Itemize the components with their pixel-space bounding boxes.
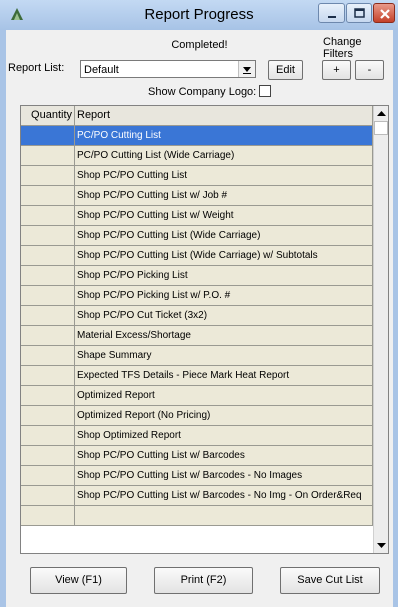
table-row[interactable]: Optimized Report (No Pricing): [21, 406, 373, 426]
quantity-cell[interactable]: [21, 306, 75, 326]
table-row[interactable]: PC/PO Cutting List (Wide Carriage): [21, 146, 373, 166]
table-row[interactable]: PC/PO Cutting List: [21, 126, 373, 146]
quantity-cell[interactable]: [21, 446, 75, 466]
quantity-cell[interactable]: [21, 326, 75, 346]
report-cell[interactable]: Optimized Report (No Pricing): [75, 406, 373, 426]
quantity-cell[interactable]: [21, 166, 75, 186]
report-cell[interactable]: Shape Summary: [75, 346, 373, 366]
table-row[interactable]: Shop PC/PO Cutting List w/ Barcodes: [21, 446, 373, 466]
maximize-icon: [354, 8, 365, 18]
table-row[interactable]: Material Excess/Shortage: [21, 326, 373, 346]
report-grid: Quantity Report PC/PO Cutting List PC/PO …: [20, 105, 389, 554]
change-filters-button[interactable]: Change Filters: [323, 36, 393, 60]
report-cell[interactable]: Shop PC/PO Cutting List w/ Job #: [75, 186, 373, 206]
report-progress-window: Report Progress Completed! Change Filter…: [0, 0, 398, 607]
table-row[interactable]: [21, 506, 373, 526]
close-button[interactable]: [373, 3, 395, 23]
quantity-cell[interactable]: [21, 386, 75, 406]
table-row[interactable]: Shape Summary: [21, 346, 373, 366]
quantity-cell[interactable]: [21, 246, 75, 266]
report-cell[interactable]: Material Excess/Shortage: [75, 326, 373, 346]
quantity-cell[interactable]: [21, 226, 75, 246]
remove-report-list-button[interactable]: -: [355, 60, 384, 80]
report-column-header[interactable]: Report: [75, 106, 373, 126]
dropdown-arrow-icon[interactable]: [238, 61, 255, 77]
report-list-label: Report List:: [8, 62, 65, 74]
report-cell[interactable]: Shop PC/PO Picking List: [75, 266, 373, 286]
report-cell[interactable]: [75, 506, 373, 526]
report-cell[interactable]: Shop PC/PO Cut Ticket (3x2): [75, 306, 373, 326]
quantity-cell[interactable]: [21, 506, 75, 526]
quantity-cell[interactable]: [21, 286, 75, 306]
quantity-cell[interactable]: [21, 426, 75, 446]
window-body: Completed! Change Filters Report List: D…: [6, 30, 393, 607]
report-cell[interactable]: Shop PC/PO Picking List w/ P.O. #: [75, 286, 373, 306]
report-list-dropdown[interactable]: Default: [80, 60, 256, 78]
maximize-button[interactable]: [346, 3, 372, 23]
minimize-icon: [328, 16, 336, 18]
close-icon: [380, 9, 390, 19]
table-row[interactable]: Shop Optimized Report: [21, 426, 373, 446]
quantity-cell[interactable]: [21, 206, 75, 226]
quantity-cell[interactable]: [21, 466, 75, 486]
quantity-cell[interactable]: [21, 126, 75, 146]
table-row[interactable]: Shop PC/PO Cutting List (Wide Carriage): [21, 226, 373, 246]
report-cell[interactable]: Shop PC/PO Cutting List w/ Barcodes - No…: [75, 466, 373, 486]
report-cell[interactable]: Shop Optimized Report: [75, 426, 373, 446]
quantity-cell[interactable]: [21, 486, 75, 506]
table-row[interactable]: Shop PC/PO Cutting List: [21, 166, 373, 186]
quantity-cell[interactable]: [21, 406, 75, 426]
report-cell[interactable]: PC/PO Cutting List: [75, 126, 373, 146]
minimize-button[interactable]: [318, 3, 345, 23]
scroll-down-icon[interactable]: [374, 538, 388, 553]
report-cell[interactable]: Shop PC/PO Cutting List: [75, 166, 373, 186]
report-cell[interactable]: Shop PC/PO Cutting List (Wide Carriage) …: [75, 246, 373, 266]
table-row[interactable]: Shop PC/PO Picking List w/ P.O. #: [21, 286, 373, 306]
quantity-cell[interactable]: [21, 366, 75, 386]
table-row[interactable]: Shop PC/PO Cutting List w/ Barcodes - No…: [21, 486, 373, 506]
view-button[interactable]: View (F1): [30, 567, 127, 594]
table-row[interactable]: Optimized Report: [21, 386, 373, 406]
quantity-cell[interactable]: [21, 346, 75, 366]
scroll-up-icon[interactable]: [374, 106, 388, 121]
report-cell[interactable]: Shop PC/PO Cutting List w/ Barcodes - No…: [75, 486, 373, 506]
table-row[interactable]: Shop PC/PO Cutting List w/ Weight: [21, 206, 373, 226]
scroll-thumb[interactable]: [374, 121, 388, 135]
report-cell[interactable]: Shop PC/PO Cutting List w/ Weight: [75, 206, 373, 226]
report-cell[interactable]: Shop PC/PO Cutting List (Wide Carriage): [75, 226, 373, 246]
quantity-cell[interactable]: [21, 186, 75, 206]
vertical-scrollbar[interactable]: [373, 106, 388, 553]
report-cell[interactable]: Optimized Report: [75, 386, 373, 406]
edit-button[interactable]: Edit: [268, 60, 303, 80]
save-cut-list-button[interactable]: Save Cut List: [280, 567, 380, 594]
quantity-cell[interactable]: [21, 266, 75, 286]
show-company-logo-checkbox[interactable]: [259, 85, 271, 97]
table-row[interactable]: Expected TFS Details - Piece Mark Heat R…: [21, 366, 373, 386]
grid-header-row: Quantity Report: [21, 106, 373, 126]
report-cell[interactable]: PC/PO Cutting List (Wide Carriage): [75, 146, 373, 166]
quantity-cell[interactable]: [21, 146, 75, 166]
table-row[interactable]: Shop PC/PO Cut Ticket (3x2): [21, 306, 373, 326]
table-row[interactable]: Shop PC/PO Picking List: [21, 266, 373, 286]
report-cell[interactable]: Expected TFS Details - Piece Mark Heat R…: [75, 366, 373, 386]
print-button[interactable]: Print (F2): [154, 567, 253, 594]
title-bar[interactable]: Report Progress: [0, 0, 398, 30]
report-cell[interactable]: Shop PC/PO Cutting List w/ Barcodes: [75, 446, 373, 466]
show-company-logo-label: Show Company Logo:: [148, 86, 257, 98]
quantity-column-header[interactable]: Quantity: [21, 106, 75, 126]
report-list-value: Default: [84, 64, 119, 76]
table-row[interactable]: Shop PC/PO Cutting List (Wide Carriage) …: [21, 246, 373, 266]
add-report-list-button[interactable]: +: [322, 60, 351, 80]
table-row[interactable]: Shop PC/PO Cutting List w/ Job #: [21, 186, 373, 206]
table-row[interactable]: Shop PC/PO Cutting List w/ Barcodes - No…: [21, 466, 373, 486]
